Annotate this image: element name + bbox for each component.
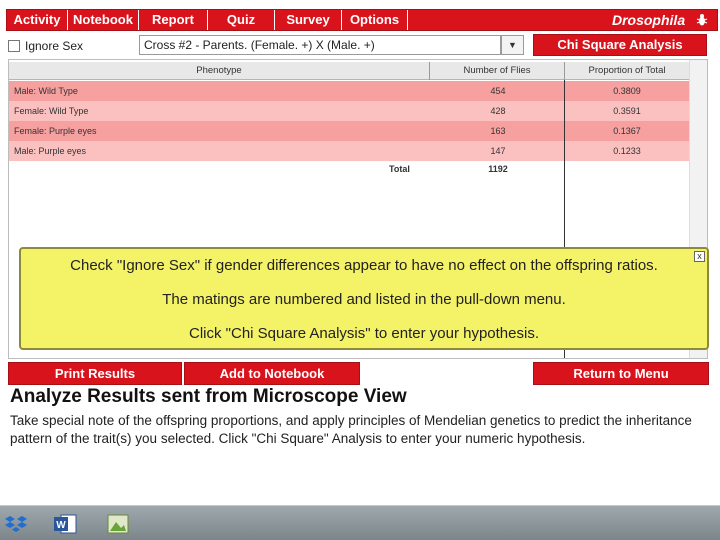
total-label: Total — [389, 164, 410, 174]
table-header: Phenotype Number of Flies Proportion of … — [9, 62, 689, 80]
menu-options[interactable]: Options — [342, 10, 408, 30]
cross-select[interactable]: Cross #2 - Parents. (Female. +) X (Male.… — [139, 35, 501, 55]
page-title: Analyze Results sent from Microscope Vie… — [10, 386, 407, 407]
cell-count: 454 — [490, 86, 506, 96]
cell-phenotype: Male: Purple eyes — [14, 146, 87, 156]
add-to-notebook-button[interactable]: Add to Notebook — [184, 362, 360, 385]
header-proportion: Proportion of Total — [588, 65, 666, 76]
cell-count: 147 — [490, 146, 506, 156]
table-row: Female: Wild Type 428 0.3591 — [9, 101, 689, 121]
popup-line: Check "Ignore Sex" if gender differences… — [70, 257, 658, 274]
menu-bar: Activity Notebook Report Quiz Survey Opt… — [6, 9, 718, 31]
cell-phenotype: Female: Wild Type — [14, 106, 89, 116]
return-to-menu-button[interactable]: Return to Menu — [533, 362, 709, 385]
instructions-text: Take special note of the offspring propo… — [10, 413, 692, 446]
cell-phenotype: Female: Purple eyes — [14, 126, 97, 136]
menu-notebook[interactable]: Notebook — [68, 10, 139, 30]
brand-name: Drosophila — [611, 12, 686, 28]
menu-survey[interactable]: Survey — [275, 10, 342, 30]
cell-proportion: 0.3591 — [613, 106, 641, 116]
ignore-sex-checkbox[interactable] — [8, 40, 20, 52]
menu-quiz[interactable]: Quiz — [208, 10, 275, 30]
print-results-button[interactable]: Print Results — [8, 362, 182, 385]
table-row: Male: Wild Type 454 0.3809 — [9, 81, 689, 101]
header-number-of-flies: Number of Flies — [430, 62, 565, 80]
dropbox-icon[interactable] — [3, 511, 29, 537]
chi-square-analysis-button[interactable]: Chi Square Analysis — [533, 34, 707, 56]
cell-count: 163 — [490, 126, 506, 136]
cell-proportion: 0.1367 — [613, 126, 641, 136]
svg-text:W: W — [56, 520, 66, 531]
menu-activity[interactable]: Activity — [7, 10, 68, 30]
total-value: 1192 — [488, 164, 508, 174]
table-row: Male: Purple eyes 147 0.1233 — [9, 141, 689, 161]
header-phenotype: Phenotype — [9, 62, 430, 80]
popup-line: The matings are numbered and listed in t… — [162, 291, 566, 308]
menu-report[interactable]: Report — [139, 10, 208, 30]
taskbar: W — [0, 505, 720, 540]
cell-proportion: 0.3809 — [613, 86, 641, 96]
cell-phenotype: Male: Wild Type — [14, 86, 78, 96]
app-window: Activity Notebook Report Quiz Survey Opt… — [0, 0, 720, 540]
cell-proportion: 0.1233 — [613, 146, 641, 156]
ignore-sex-label: Ignore Sex — [25, 39, 84, 53]
popup-line: Click "Chi Square Analysis" to enter you… — [189, 325, 539, 342]
brand-logo: Drosophila — [612, 10, 709, 30]
chevron-down-icon[interactable]: ▼ — [501, 35, 524, 55]
fly-icon — [695, 12, 709, 26]
help-popup: x Check "Ignore Sex" if gender differenc… — [19, 247, 709, 350]
cell-count: 428 — [490, 106, 506, 116]
word-icon[interactable]: W — [52, 511, 78, 537]
image-viewer-icon[interactable] — [105, 511, 131, 537]
table-row: Female: Purple eyes 163 0.1367 — [9, 121, 689, 141]
